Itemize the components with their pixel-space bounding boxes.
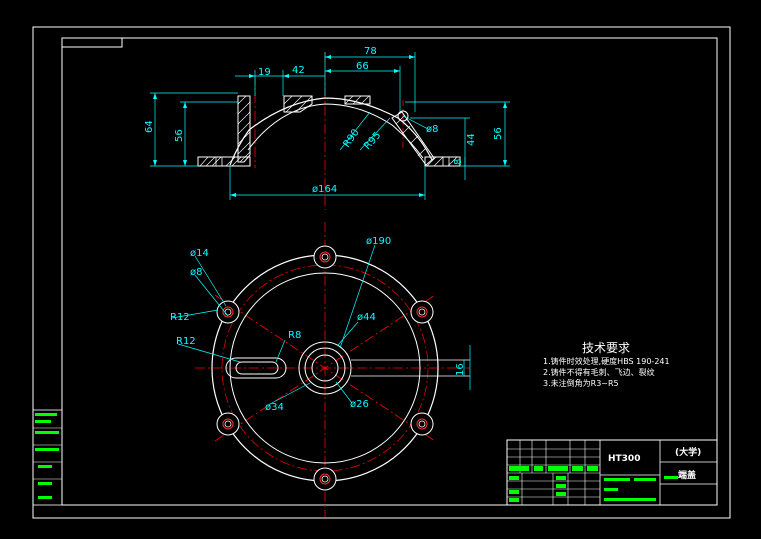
dim-r12-slot: R12	[176, 336, 196, 347]
dim-56-left: 56	[174, 129, 185, 142]
notes-heading: 技术要求	[582, 341, 630, 355]
dim-44: 44	[466, 133, 477, 146]
title-material: HT300	[608, 454, 640, 464]
dim-8-right: 8	[453, 159, 464, 165]
dim-dia-164: ø164	[312, 184, 337, 195]
dim-r12-lug: R12	[170, 312, 190, 323]
drawing-canvas: 78 66 19 42 64 56 56 44 8 ø8 R90 R95 ø16…	[32, 26, 731, 519]
title-part-name: 端盖	[678, 469, 696, 481]
note-item-2: 2.铸件不得有毛刺、飞边、裂纹	[543, 367, 655, 377]
dim-r8: R8	[288, 330, 301, 341]
plan-view: ø190 ø14 ø8 R12 R12 R8 ø44 ø34 ø26 16	[170, 222, 471, 517]
dim-16: 16	[455, 363, 466, 376]
dim-dia-190: ø190	[366, 236, 391, 247]
technical-notes: 技术要求 1.铸件时效处理,硬度HBS 190-241 2.铸件不得有毛刺、飞边…	[543, 341, 670, 388]
title-school: (大学)	[675, 446, 701, 458]
dim-r90: R90	[341, 127, 361, 149]
dim-56-right: 56	[493, 127, 504, 140]
dim-dia-44: ø44	[357, 312, 376, 323]
dim-r95: R95	[362, 130, 383, 152]
note-item-1: 1.铸件时效处理,硬度HBS 190-241	[543, 356, 670, 366]
cad-drawing-sheet: { "colors": { "background": "#000000", "…	[0, 0, 761, 539]
dim-64: 64	[144, 120, 155, 133]
dim-dia-8: ø8	[426, 124, 438, 135]
dim-dia-34: ø34	[265, 402, 284, 413]
dim-78: 78	[364, 46, 377, 57]
note-item-3: 3.未注倒角为R3~R5	[543, 378, 619, 388]
title-block: HT300 (大学) 端盖	[506, 439, 718, 506]
section-view: 78 66 19 42 64 56 56 44 8 ø8 R90 R95 ø16…	[144, 46, 510, 210]
corner-label-box	[61, 37, 123, 48]
margin-strip	[32, 409, 63, 506]
dim-42: 42	[292, 65, 305, 76]
inner-border	[61, 37, 718, 506]
dim-dia-8-plan: ø8	[190, 267, 202, 278]
dim-dia-26: ø26	[350, 399, 369, 410]
dim-66: 66	[356, 61, 369, 72]
dim-dia-14: ø14	[190, 248, 209, 259]
dim-19: 19	[258, 67, 271, 78]
